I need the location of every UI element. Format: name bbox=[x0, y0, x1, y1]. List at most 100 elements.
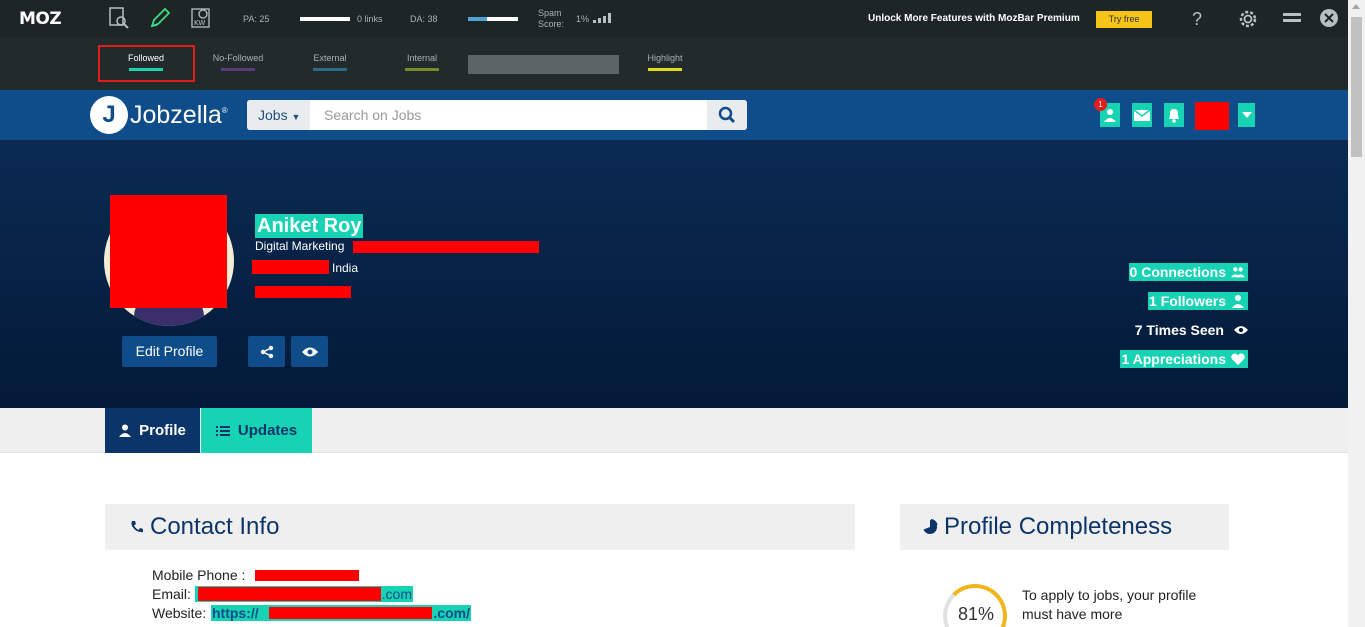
account-menu-dropdown[interactable] bbox=[1238, 103, 1255, 127]
premium-promo: Unlock More Features with MozBar Premium bbox=[868, 13, 1080, 24]
search-icon bbox=[718, 106, 736, 124]
website-label: Website: bbox=[152, 605, 207, 621]
followed-underline bbox=[129, 68, 163, 71]
svg-text:KW: KW bbox=[194, 19, 205, 27]
completeness-message: To apply to jobs, your profile must have… bbox=[1022, 587, 1197, 622]
filter-followed[interactable]: Followed bbox=[118, 53, 174, 71]
search-input[interactable] bbox=[310, 100, 707, 130]
logo-registered: ® bbox=[221, 106, 228, 115]
filter-internal-label: Internal bbox=[406, 53, 438, 63]
logo-mark-icon: J bbox=[90, 96, 128, 134]
page-analysis-icon[interactable] bbox=[107, 6, 131, 30]
nofollowed-underline bbox=[221, 68, 255, 71]
website-link[interactable]: https:// .com/ bbox=[211, 605, 471, 621]
da-bar bbox=[468, 17, 518, 21]
search-category-dropdown[interactable]: Jobs ▼ bbox=[247, 100, 310, 130]
stat-followers-label: 1 Followers bbox=[1148, 293, 1226, 309]
profile-tabbar: Profile Updates bbox=[0, 408, 1348, 453]
spam-score-value: 1% bbox=[576, 14, 590, 24]
filter-external[interactable]: External bbox=[308, 53, 352, 71]
try-free-button[interactable]: Try free bbox=[1096, 11, 1152, 28]
user-icon bbox=[119, 424, 132, 437]
contact-heading-label: Contact Info bbox=[150, 513, 280, 540]
avatar-redaction bbox=[110, 195, 227, 308]
spam-label-line1: Spam bbox=[538, 8, 562, 18]
filter-internal[interactable]: Internal bbox=[400, 53, 444, 71]
help-button[interactable]: ? bbox=[1186, 8, 1208, 30]
stat-appreciations[interactable]: 1 Appreciations bbox=[1120, 350, 1248, 368]
filter-nofollowed-label: No-Followed bbox=[212, 53, 264, 63]
profile-location: India bbox=[332, 261, 359, 275]
mozbar: MOZ KW PA: 25 0 links DA: 38 Spam Score:… bbox=[0, 0, 1348, 38]
collapse-bar-icon[interactable] bbox=[1281, 8, 1303, 30]
filter-highlight-label: Highlight bbox=[647, 53, 683, 63]
website-redaction bbox=[269, 607, 432, 619]
jobzella-logo[interactable]: J Jobzella ® bbox=[90, 96, 228, 134]
notification-count-badge: 1 bbox=[1094, 98, 1107, 111]
email-link[interactable]: .com bbox=[195, 586, 413, 602]
website-suffix: .com/ bbox=[433, 605, 470, 621]
da-bar-fill bbox=[468, 17, 487, 21]
website-prefix: https:// bbox=[212, 605, 259, 621]
highlight-underline bbox=[648, 68, 682, 71]
messages-button[interactable] bbox=[1132, 103, 1152, 127]
website-row: Website: bbox=[152, 605, 206, 621]
mobile-label: Mobile Phone : bbox=[152, 567, 246, 583]
profile-name: Aniket Roy bbox=[255, 214, 364, 238]
view-as-button[interactable] bbox=[291, 336, 328, 367]
scroll-up-arrow-icon[interactable] bbox=[1352, 4, 1360, 9]
settings-gear-icon[interactable] bbox=[1237, 8, 1259, 30]
highlight-input-box[interactable] bbox=[468, 55, 619, 74]
close-icon[interactable] bbox=[1318, 8, 1340, 30]
caret-down-icon: ▼ bbox=[291, 112, 301, 122]
page-scrollbar[interactable] bbox=[1348, 0, 1365, 627]
keyword-icon[interactable]: KW bbox=[189, 6, 213, 30]
external-underline bbox=[313, 68, 347, 71]
completeness-heading-label: Profile Completeness bbox=[944, 513, 1173, 540]
bell-icon bbox=[1169, 109, 1179, 123]
stat-connections-label: 0 Connections bbox=[1129, 264, 1226, 280]
page-authority: PA: 25 bbox=[243, 14, 270, 24]
connections-notification-button[interactable]: 1 bbox=[1094, 98, 1120, 127]
stat-followers[interactable]: 1 Followers bbox=[1147, 292, 1248, 310]
search-category-label: Jobs bbox=[258, 107, 288, 123]
caret-down-icon bbox=[1241, 112, 1252, 118]
filter-followed-label: Followed bbox=[127, 53, 165, 63]
share-icon bbox=[260, 345, 273, 358]
contact-info-heading: Contact Info bbox=[105, 504, 855, 550]
tab-profile-label: Profile bbox=[139, 422, 186, 439]
notifications-button[interactable] bbox=[1164, 103, 1184, 127]
spam-bars-icon bbox=[593, 13, 611, 25]
stat-connections[interactable]: 0 Connections bbox=[1128, 263, 1248, 281]
filter-external-label: External bbox=[313, 53, 347, 63]
internal-underline bbox=[405, 68, 439, 71]
highlight-pencil-icon[interactable] bbox=[148, 6, 172, 30]
mobile-redaction bbox=[255, 570, 359, 581]
title-redaction bbox=[353, 241, 539, 253]
email-suffix: .com bbox=[381, 586, 412, 602]
domain-authority: DA: 38 bbox=[410, 14, 438, 24]
share-button[interactable] bbox=[248, 336, 285, 367]
search-button[interactable] bbox=[707, 100, 747, 130]
pie-chart-icon bbox=[923, 519, 938, 534]
spam-score-label: Spam Score: bbox=[538, 8, 564, 30]
stat-times-seen: 7 Times Seen bbox=[1135, 321, 1248, 339]
pa-bar bbox=[300, 17, 350, 21]
eye-icon bbox=[301, 347, 318, 356]
tab-updates[interactable]: Updates bbox=[201, 408, 312, 453]
logo-text: Jobzella bbox=[130, 100, 222, 129]
completeness-percent: 81% bbox=[958, 604, 995, 624]
tab-profile[interactable]: Profile bbox=[105, 408, 200, 453]
heart-icon bbox=[1231, 352, 1245, 366]
link-filter-bar: Followed No-Followed External Internal H… bbox=[0, 38, 1348, 90]
search-bar: Jobs ▼ bbox=[247, 100, 747, 130]
edit-profile-button[interactable]: Edit Profile bbox=[122, 336, 217, 367]
mobile-phone-row: Mobile Phone : bbox=[152, 567, 245, 583]
filter-nofollowed[interactable]: No-Followed bbox=[206, 53, 270, 71]
user-avatar-redacted[interactable] bbox=[1195, 102, 1229, 130]
city-redaction bbox=[252, 260, 329, 274]
stat-appreciations-label: 1 Appreciations bbox=[1121, 351, 1226, 367]
filter-highlight[interactable]: Highlight bbox=[643, 53, 687, 71]
scrollbar-thumb[interactable] bbox=[1351, 17, 1362, 157]
envelope-icon bbox=[1134, 109, 1150, 121]
